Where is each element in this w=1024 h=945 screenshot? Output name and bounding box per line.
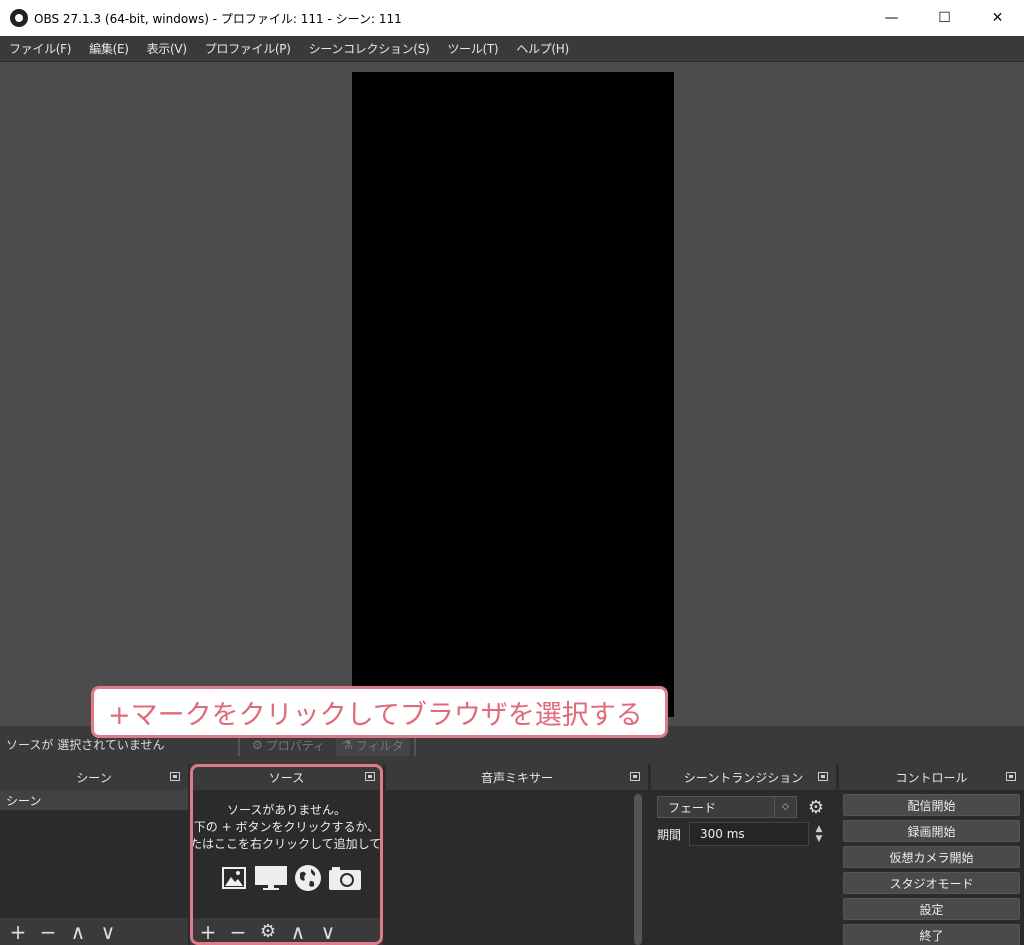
mixer-dock-header: 音声ミキサー	[386, 764, 648, 790]
start-recording-button[interactable]: 録画開始	[843, 820, 1020, 842]
source-properties-gear-icon[interactable]: ⚙	[256, 920, 280, 944]
preview-canvas[interactable]	[352, 72, 674, 717]
menu-view[interactable]: 表示(V)	[138, 40, 196, 57]
menu-profile[interactable]: プロファイル(P)	[196, 40, 300, 57]
remove-scene-button[interactable]: −	[36, 920, 60, 944]
remove-source-button[interactable]: −	[226, 920, 250, 944]
chevron-updown-icon: ◇	[774, 797, 796, 817]
preview-area[interactable]	[0, 62, 1024, 726]
sources-title: ソース	[268, 770, 305, 785]
undock-icon[interactable]	[818, 772, 828, 781]
scene-list-item[interactable]: シーン	[0, 790, 188, 810]
scenes-dock-header: シーン	[0, 764, 188, 790]
add-scene-button[interactable]: +	[6, 920, 30, 944]
scenes-dock: シーン シーン + − ∧ ∨	[0, 764, 188, 945]
undock-icon[interactable]	[170, 772, 180, 781]
menu-edit[interactable]: 編集(E)	[80, 40, 137, 57]
undock-icon[interactable]	[630, 772, 640, 781]
settings-button[interactable]: 設定	[843, 898, 1020, 920]
filter-icon: ⚗	[342, 738, 353, 752]
undock-icon[interactable]	[1006, 772, 1016, 781]
sources-toolbar: + − ⚙ ∧ ∨	[190, 918, 383, 945]
mixer-title: 音声ミキサー	[480, 770, 553, 785]
menu-file[interactable]: ファイル(F)	[0, 40, 80, 57]
source-type-icons	[220, 864, 362, 892]
mixer-scrollbar[interactable]	[634, 794, 642, 945]
transition-settings-gear-icon[interactable]: ⚙	[805, 796, 827, 818]
start-virtual-camera-button[interactable]: 仮想カメラ開始	[843, 846, 1020, 868]
move-source-down-button[interactable]: ∨	[316, 920, 340, 944]
scenes-toolbar: + − ∧ ∨	[0, 918, 188, 945]
menu-scene-collection[interactable]: シーンコレクション(S)	[300, 40, 439, 57]
move-source-up-button[interactable]: ∧	[286, 920, 310, 944]
transitions-dock-header: シーントランジション	[651, 764, 836, 790]
window-title: OBS 27.1.3 (64-bit, windows) - プロファイル: 1…	[34, 11, 402, 26]
scenes-title: シーン	[76, 770, 112, 785]
controls-dock: コントロール 配信開始 録画開始 仮想カメラ開始 スタジオモード 設定 終了	[839, 764, 1024, 945]
menu-bar: ファイル(F) 編集(E) 表示(V) プロファイル(P) シーンコレクション(…	[0, 36, 1024, 62]
transitions-title: シーントランジション	[683, 770, 804, 785]
maximize-button[interactable]: ☐	[918, 0, 971, 36]
chevron-down-icon[interactable]: ▼	[816, 834, 823, 844]
duration-value: 300 ms	[700, 827, 745, 841]
empty-line: 下の + ボタンをクリックするか、	[193, 820, 380, 834]
close-button[interactable]: ✕	[971, 0, 1024, 36]
duration-label: 期間	[657, 828, 682, 842]
duration-stepper[interactable]: ▲ ▼	[809, 822, 829, 846]
start-streaming-button[interactable]: 配信開始	[843, 794, 1020, 816]
context-divider	[238, 736, 240, 756]
obs-logo-icon	[10, 9, 28, 27]
transition-selected-value: フェード	[668, 800, 717, 815]
instruction-callout: +マークをクリックしてブラウザを選択する	[91, 686, 668, 738]
title-bar: OBS 27.1.3 (64-bit, windows) - プロファイル: 1…	[0, 0, 1024, 36]
sources-empty-message[interactable]: ソースがありません。 下の + ボタンをクリックするか、 たはここを右クリックし…	[190, 802, 383, 853]
undock-icon[interactable]	[365, 772, 375, 781]
sources-dock: ソース ソースがありません。 下の + ボタンをクリックするか、 たはここを右ク…	[190, 764, 383, 945]
menu-help[interactable]: ヘルプ(H)	[507, 40, 578, 57]
duration-input[interactable]: 300 ms	[689, 822, 809, 846]
properties-label: プロパティ	[265, 738, 326, 753]
menu-tools[interactable]: ツール(T)	[438, 40, 507, 57]
move-scene-up-button[interactable]: ∧	[66, 920, 90, 944]
sources-dock-header: ソース	[190, 764, 383, 790]
no-source-selected-label: ソースが 選択されていません	[6, 738, 165, 752]
image-icon	[220, 864, 248, 892]
chevron-up-icon[interactable]: ▲	[816, 824, 823, 834]
window-controls: — ☐ ✕	[865, 0, 1024, 36]
empty-line: ソースがありません。	[226, 803, 347, 817]
move-scene-down-button[interactable]: ∨	[96, 920, 120, 944]
audio-mixer-dock: 音声ミキサー	[386, 764, 648, 945]
gear-icon: ⚙	[252, 738, 263, 752]
controls-title: コントロール	[895, 770, 968, 785]
empty-line: たはここを右クリックして追加してくださ	[190, 837, 383, 851]
exit-button[interactable]: 終了	[843, 924, 1020, 945]
add-source-button[interactable]: +	[196, 920, 220, 944]
controls-dock-header: コントロール	[839, 764, 1024, 790]
transition-select[interactable]: フェード ◇	[657, 796, 797, 818]
minimize-button[interactable]: —	[865, 0, 918, 36]
camera-icon	[328, 864, 362, 892]
context-divider	[414, 736, 416, 756]
monitor-icon	[254, 864, 288, 892]
scene-transitions-dock: シーントランジション フェード ◇ ⚙ 期間 300 ms ▲ ▼	[651, 764, 836, 945]
studio-mode-button[interactable]: スタジオモード	[843, 872, 1020, 894]
filters-label: フィルタ	[355, 738, 404, 753]
globe-icon	[294, 864, 322, 892]
